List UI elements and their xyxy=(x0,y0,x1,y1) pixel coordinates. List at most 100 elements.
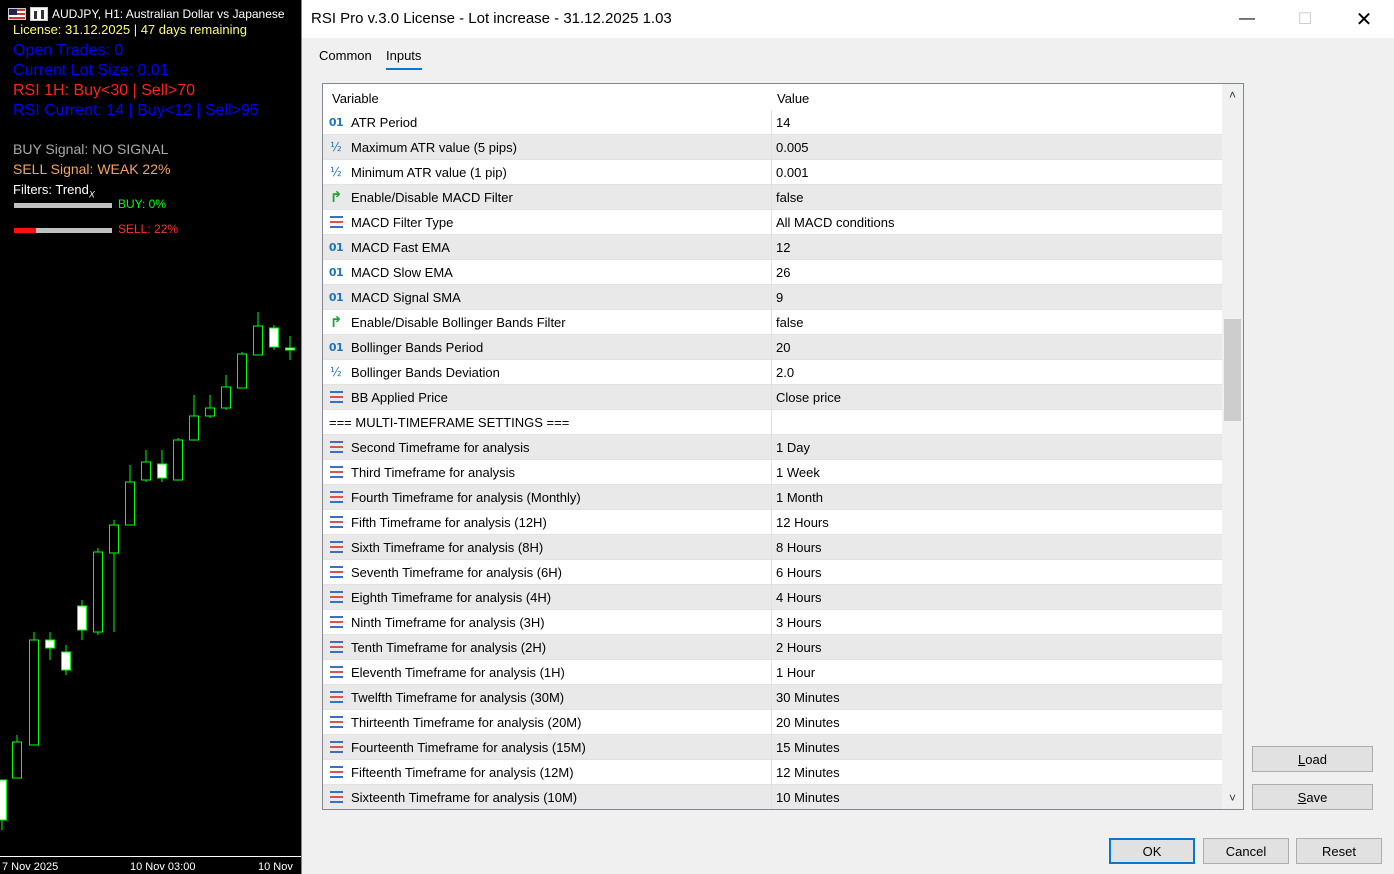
scroll-up-button[interactable]: ˄ xyxy=(1222,84,1243,106)
cancel-button[interactable]: Cancel xyxy=(1203,838,1289,864)
row-value[interactable]: 1 Week xyxy=(776,465,820,480)
table-row[interactable]: Fourth Timeframe for analysis (Monthly) 1… xyxy=(323,485,1222,510)
save-button[interactable]: Save xyxy=(1252,784,1373,810)
close-button[interactable]: ✕ xyxy=(1335,0,1393,38)
row-value[interactable]: 1 Hour xyxy=(776,665,815,680)
table-row[interactable]: Third Timeframe for analysis 1 Week xyxy=(323,460,1222,485)
double-type-icon: ½ xyxy=(330,165,342,179)
candle xyxy=(205,395,215,418)
row-value[interactable]: 12 xyxy=(776,240,790,255)
enum-type-icon xyxy=(328,464,344,480)
row-variable: Minimum ATR value (1 pip) xyxy=(351,165,507,180)
row-variable: Fourth Timeframe for analysis (Monthly) xyxy=(351,490,581,505)
row-value[interactable]: 1 Day xyxy=(776,440,810,455)
row-value[interactable]: 0.001 xyxy=(776,165,809,180)
table-row[interactable]: Seventh Timeframe for analysis (6H) 6 Hou… xyxy=(323,560,1222,585)
buy-signal-text: BUY Signal: NO SIGNAL xyxy=(13,141,169,157)
header-variable[interactable]: Variable xyxy=(332,91,379,106)
scroll-thumb[interactable] xyxy=(1224,319,1241,421)
ok-button[interactable]: OK xyxy=(1109,838,1195,864)
integer-type-icon: 01 xyxy=(328,240,344,254)
row-value[interactable]: 9 xyxy=(776,290,783,305)
row-value[interactable]: All MACD conditions xyxy=(776,215,895,230)
table-row[interactable]: Fifth Timeframe for analysis (12H) 12 Hou… xyxy=(323,510,1222,535)
reset-button[interactable]: Reset xyxy=(1296,838,1382,864)
time-label: 10 Nov 03:00 xyxy=(130,861,196,873)
table-row[interactable]: ½ Maximum ATR value (5 pips) 0.005 xyxy=(323,135,1222,160)
table-row[interactable]: BB Applied Price Close price xyxy=(323,385,1222,410)
table-row[interactable]: Twelfth Timeframe for analysis (30M) 30 M… xyxy=(323,685,1222,710)
cell-divider xyxy=(771,610,772,635)
table-row[interactable]: 01 Bollinger Bands Period 20 xyxy=(323,335,1222,360)
table-row[interactable]: Fifteenth Timeframe for analysis (12M) 12… xyxy=(323,760,1222,785)
candle xyxy=(0,779,7,830)
table-row[interactable]: Thirteenth Timeframe for analysis (20M) 2… xyxy=(323,710,1222,735)
scroll-down-button[interactable]: ˅ xyxy=(1222,787,1243,809)
title-bar[interactable]: RSI Pro v.3.0 License - Lot increase - 3… xyxy=(302,0,1394,38)
row-variable: Tenth Timeframe for analysis (2H) xyxy=(351,640,547,655)
price-chart[interactable]: AUDJPY, H1: Australian Dollar vs Japanes… xyxy=(0,0,302,874)
table-row[interactable]: ½ Bollinger Bands Deviation 2.0 xyxy=(323,360,1222,385)
table-row[interactable]: Tenth Timeframe for analysis (2H) 2 Hours xyxy=(323,635,1222,660)
table-body: 01 ATR Period 14 ½ Maximum ATR value (5 pips… xyxy=(323,110,1222,809)
row-value[interactable]: 15 Minutes xyxy=(776,740,840,755)
minimize-icon: — xyxy=(1239,10,1255,27)
table-row[interactable]: ½ Minimum ATR value (1 pip) 0.001 xyxy=(323,160,1222,185)
row-value[interactable]: 26 xyxy=(776,265,790,280)
table-row[interactable]: ↱ Enable/Disable MACD Filter false xyxy=(323,185,1222,210)
cell-divider xyxy=(771,435,772,460)
chart-type-icon[interactable] xyxy=(30,7,48,21)
load-button[interactable]: Load xyxy=(1252,746,1373,772)
table-row[interactable]: Eleventh Timeframe for analysis (1H) 1 Ho… xyxy=(323,660,1222,685)
candle xyxy=(45,632,55,660)
row-value[interactable]: 20 Minutes xyxy=(776,715,840,730)
row-value[interactable]: 2.0 xyxy=(776,365,794,380)
row-value[interactable]: 10 Minutes xyxy=(776,790,840,805)
row-value[interactable]: 12 Hours xyxy=(776,515,829,530)
row-value[interactable]: 0.005 xyxy=(776,140,809,155)
row-value[interactable]: 4 Hours xyxy=(776,590,822,605)
vertical-scrollbar[interactable]: ˄ ˅ xyxy=(1222,84,1243,809)
row-value[interactable]: 1 Month xyxy=(776,490,823,505)
table-row[interactable]: 01 ATR Period 14 xyxy=(323,110,1222,135)
cell-divider xyxy=(771,410,772,435)
boolean-type-icon: ↱ xyxy=(329,313,343,331)
row-value[interactable]: 20 xyxy=(776,340,790,355)
row-value[interactable]: false xyxy=(776,190,803,205)
tab-inputs[interactable]: Inputs xyxy=(386,48,421,63)
enum-type-icon xyxy=(328,689,344,705)
row-value[interactable]: 3 Hours xyxy=(776,615,822,630)
minimize-button[interactable]: — xyxy=(1218,0,1276,38)
table-row[interactable]: Sixth Timeframe for analysis (8H) 8 Hours xyxy=(323,535,1222,560)
row-value[interactable]: 30 Minutes xyxy=(776,690,840,705)
header-value[interactable]: Value xyxy=(777,91,809,106)
row-value[interactable]: Close price xyxy=(776,390,841,405)
row-variable: MACD Slow EMA xyxy=(351,265,453,280)
table-row[interactable]: Sixteenth Timeframe for analysis (10M) 10… xyxy=(323,785,1222,809)
table-row[interactable]: Fourteenth Timeframe for analysis (15M) 1… xyxy=(323,735,1222,760)
row-value[interactable]: 14 xyxy=(776,115,790,130)
row-value[interactable]: false xyxy=(776,315,803,330)
row-value[interactable]: 12 Minutes xyxy=(776,765,840,780)
table-row[interactable]: === MULTI-TIMEFRAME SETTINGS === xyxy=(323,410,1222,435)
row-value[interactable]: 6 Hours xyxy=(776,565,822,580)
candle xyxy=(141,450,151,482)
table-row[interactable]: 01 MACD Signal SMA 9 xyxy=(323,285,1222,310)
cell-divider xyxy=(771,635,772,660)
rsi-current-text: RSI Current: 14 | Buy<12 | Sell>95 xyxy=(13,102,259,119)
row-variable: Fourteenth Timeframe for analysis (15M) xyxy=(351,740,586,755)
table-row[interactable]: ↱ Enable/Disable Bollinger Bands Filter fa… xyxy=(323,310,1222,335)
row-value[interactable]: 8 Hours xyxy=(776,540,822,555)
integer-type-icon: 01 xyxy=(328,115,344,129)
table-row[interactable]: Eighth Timeframe for analysis (4H) 4 Hour… xyxy=(323,585,1222,610)
table-row[interactable]: 01 MACD Fast EMA 12 xyxy=(323,235,1222,260)
enum-type-icon xyxy=(328,389,344,405)
table-row[interactable]: 01 MACD Slow EMA 26 xyxy=(323,260,1222,285)
table-row[interactable]: Ninth Timeframe for analysis (3H) 3 Hours xyxy=(323,610,1222,635)
tab-common[interactable]: Common xyxy=(319,48,372,63)
table-row[interactable]: Second Timeframe for analysis 1 Day xyxy=(323,435,1222,460)
enum-type-icon xyxy=(328,514,344,530)
table-row[interactable]: MACD Filter Type All MACD conditions xyxy=(323,210,1222,235)
row-value[interactable]: 2 Hours xyxy=(776,640,822,655)
open-trades-text: Open Trades: 0 xyxy=(13,42,124,59)
